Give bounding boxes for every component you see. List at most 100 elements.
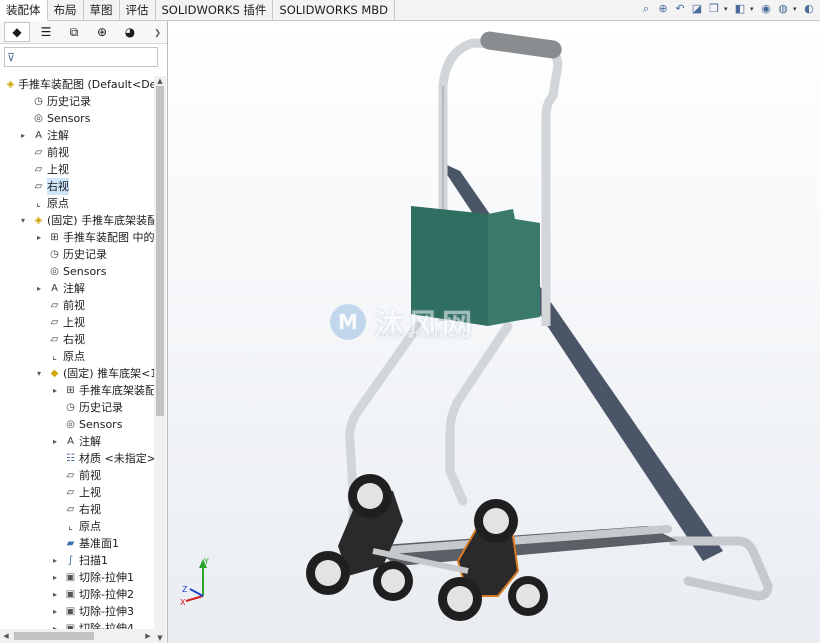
tree-item[interactable]: ◎ Sensors [0, 110, 154, 127]
tree-horizontal-scrollbar[interactable]: ◀ ▶ [0, 629, 154, 643]
display-manager-icon[interactable]: ◕ [118, 23, 142, 41]
tab-4[interactable]: SOLIDWORKS 插件 [156, 0, 274, 20]
configurationmanager-icon[interactable]: ⧉ [62, 23, 86, 41]
apply-scene-icon[interactable]: ◐ [802, 2, 816, 16]
propertymanager-icon[interactable]: ☰ [34, 23, 58, 41]
assembly-icon: ◈ [6, 79, 15, 90]
tree-item[interactable]: ▸ ▣ 切除-拉伸4 [0, 620, 154, 629]
dropdown-caret-icon[interactable]: ▾ [793, 2, 799, 16]
tab-3[interactable]: 评估 [120, 0, 156, 20]
tree-item[interactable]: ▾ ◆ (固定) 推车底架<1> (Default [0, 365, 154, 382]
history-icon: ◷ [50, 249, 59, 260]
tree-vertical-scrollbar[interactable]: ▲ ▼ [154, 76, 166, 643]
tree-item-label: Sensors [79, 418, 123, 431]
scroll-left-icon[interactable]: ◀ [0, 629, 12, 643]
tree-item[interactable]: ▱ 右视 [0, 501, 154, 518]
expand-arrow-icon[interactable]: ▸ [18, 127, 28, 144]
graphics-area[interactable]: Y X Z [168, 21, 820, 643]
expand-arrow-icon[interactable]: ▸ [34, 229, 44, 246]
dropdown-caret-icon[interactable]: ▾ [750, 2, 756, 16]
tab-1[interactable]: 布局 [48, 0, 84, 20]
hide-show-icon[interactable]: ◉ [759, 2, 773, 16]
tree-item[interactable]: ▱ 上视 [0, 484, 154, 501]
scroll-thumb[interactable] [156, 86, 164, 416]
tree-item[interactable]: ▸ ⊞ 手推车底架装配图 [0, 382, 154, 399]
tree-item[interactable]: ▸ A 注解 [0, 433, 154, 450]
tree-item[interactable]: ◎ Sensors [0, 416, 154, 433]
expand-arrow-icon[interactable]: ▸ [50, 382, 60, 399]
tree-item[interactable]: ▰ 基准面1 [0, 535, 154, 552]
tree-item[interactable]: ▱ 右视 [0, 178, 154, 195]
filter-field[interactable]: ⊽ [4, 47, 158, 67]
tree-item[interactable]: ▱ 前视 [0, 467, 154, 484]
tree-item[interactable]: ▱ 前视 [0, 297, 154, 314]
tree-item[interactable]: ▸ ▣ 切除-拉伸1 [0, 569, 154, 586]
tree-item-label: (固定) 推车底架<1> (Default [63, 367, 154, 380]
featuremanager-icon[interactable]: ◆ [4, 22, 30, 42]
view-orientation-icon[interactable]: ❒ [707, 2, 721, 16]
tree-item[interactable]: ⌞ 原点 [0, 348, 154, 365]
plane-icon: ▱ [34, 147, 43, 158]
zoom-area-icon[interactable]: ⊕ [656, 2, 670, 16]
tree-item[interactable]: ▱ 上视 [0, 314, 154, 331]
expand-arrow-icon[interactable]: ▸ [34, 280, 44, 297]
expand-arrow-icon[interactable]: ▸ [50, 603, 60, 620]
collapse-arrow-icon[interactable]: ▾ [34, 365, 44, 382]
right-wheel-front-rim [447, 586, 473, 612]
tree-item[interactable]: ▸ ⊞ 手推车装配图 中的配合 [0, 229, 154, 246]
tree-item[interactable]: ▸ ∫ 扫描1 [0, 552, 154, 569]
mates-icon: ⊞ [66, 385, 75, 396]
tree-item[interactable]: ▱ 前视 [0, 144, 154, 161]
tree-item[interactable]: ▸ ▣ 切除-拉伸2 [0, 586, 154, 603]
expand-arrow-icon[interactable]: ▸ [50, 433, 60, 450]
scroll-down-icon[interactable]: ▼ [154, 633, 166, 643]
tree-item[interactable]: ◎ Sensors [0, 263, 154, 280]
edit-appearance-icon[interactable]: ◍ [776, 2, 790, 16]
filter-row: ⊽ [0, 44, 167, 70]
filter-icon[interactable]: ⊽ [7, 51, 15, 64]
plane-icon: ▱ [50, 300, 59, 311]
hscroll-thumb[interactable] [14, 632, 94, 640]
tree-item[interactable]: ☷ 材质 <未指定> [0, 450, 154, 467]
expand-arrow-icon[interactable]: ▸ [50, 586, 60, 603]
tree-item-label: 原点 [79, 520, 101, 533]
tree-item[interactable]: ◷ 历史记录 [0, 246, 154, 263]
right-wheel-top-rim [483, 508, 509, 534]
history-icon: ◷ [34, 96, 43, 107]
tree-item[interactable]: ◷ 历史记录 [0, 93, 154, 110]
tree-item[interactable]: ▸ ▣ 切除-拉伸3 [0, 603, 154, 620]
tree-item[interactable]: ◈手推车装配图 (Default<Default_Dis [0, 76, 154, 93]
tree-item[interactable]: ⌞ 原点 [0, 518, 154, 535]
tree-item[interactable]: ▱ 右视 [0, 331, 154, 348]
expand-arrow-icon[interactable]: ▸ [50, 620, 60, 629]
tab-0[interactable]: 装配体 [0, 0, 48, 21]
scroll-right-icon[interactable]: ▶ [142, 629, 154, 643]
tab-5[interactable]: SOLIDWORKS MBD [273, 0, 396, 20]
tree-item[interactable]: ▸ A 注解 [0, 280, 154, 297]
panel-tabs-more-icon[interactable]: ❯ [154, 28, 161, 37]
tree-item[interactable]: ▾ ◈ (固定) 手推车底架装配图<1> [0, 212, 154, 229]
previous-view-icon[interactable]: ↶ [673, 2, 687, 16]
dropdown-caret-icon[interactable]: ▾ [724, 2, 730, 16]
right-wheel-rear-rim [516, 584, 540, 608]
display-style-icon[interactable]: ◧ [733, 2, 747, 16]
tree-item-label: 切除-拉伸2 [79, 588, 134, 601]
section-view-icon[interactable]: ◪ [690, 2, 704, 16]
mates-icon: ⊞ [50, 232, 59, 243]
expand-arrow-icon[interactable]: ▸ [50, 552, 60, 569]
collapse-arrow-icon[interactable]: ▾ [18, 212, 28, 229]
cut-extrude-icon: ▣ [65, 589, 76, 600]
expand-arrow-icon[interactable]: ▸ [50, 569, 60, 586]
dimxpert-icon[interactable]: ⊕ [90, 23, 114, 41]
tree-item[interactable]: ▸ A 注解 [0, 127, 154, 144]
handle-grip [480, 31, 562, 59]
left-wheel-front-rim [315, 560, 341, 586]
tree-item[interactable]: ◷ 历史记录 [0, 399, 154, 416]
tree-item[interactable]: ⌞ 原点 [0, 195, 154, 212]
zoom-to-fit-icon[interactable]: ⌕ [639, 2, 653, 16]
origin-icon: ⌞ [36, 198, 41, 209]
tab-2[interactable]: 草图 [84, 0, 120, 20]
scroll-up-icon[interactable]: ▲ [154, 76, 166, 86]
tree-item[interactable]: ▱ 上视 [0, 161, 154, 178]
annotations-icon: A [51, 283, 58, 294]
